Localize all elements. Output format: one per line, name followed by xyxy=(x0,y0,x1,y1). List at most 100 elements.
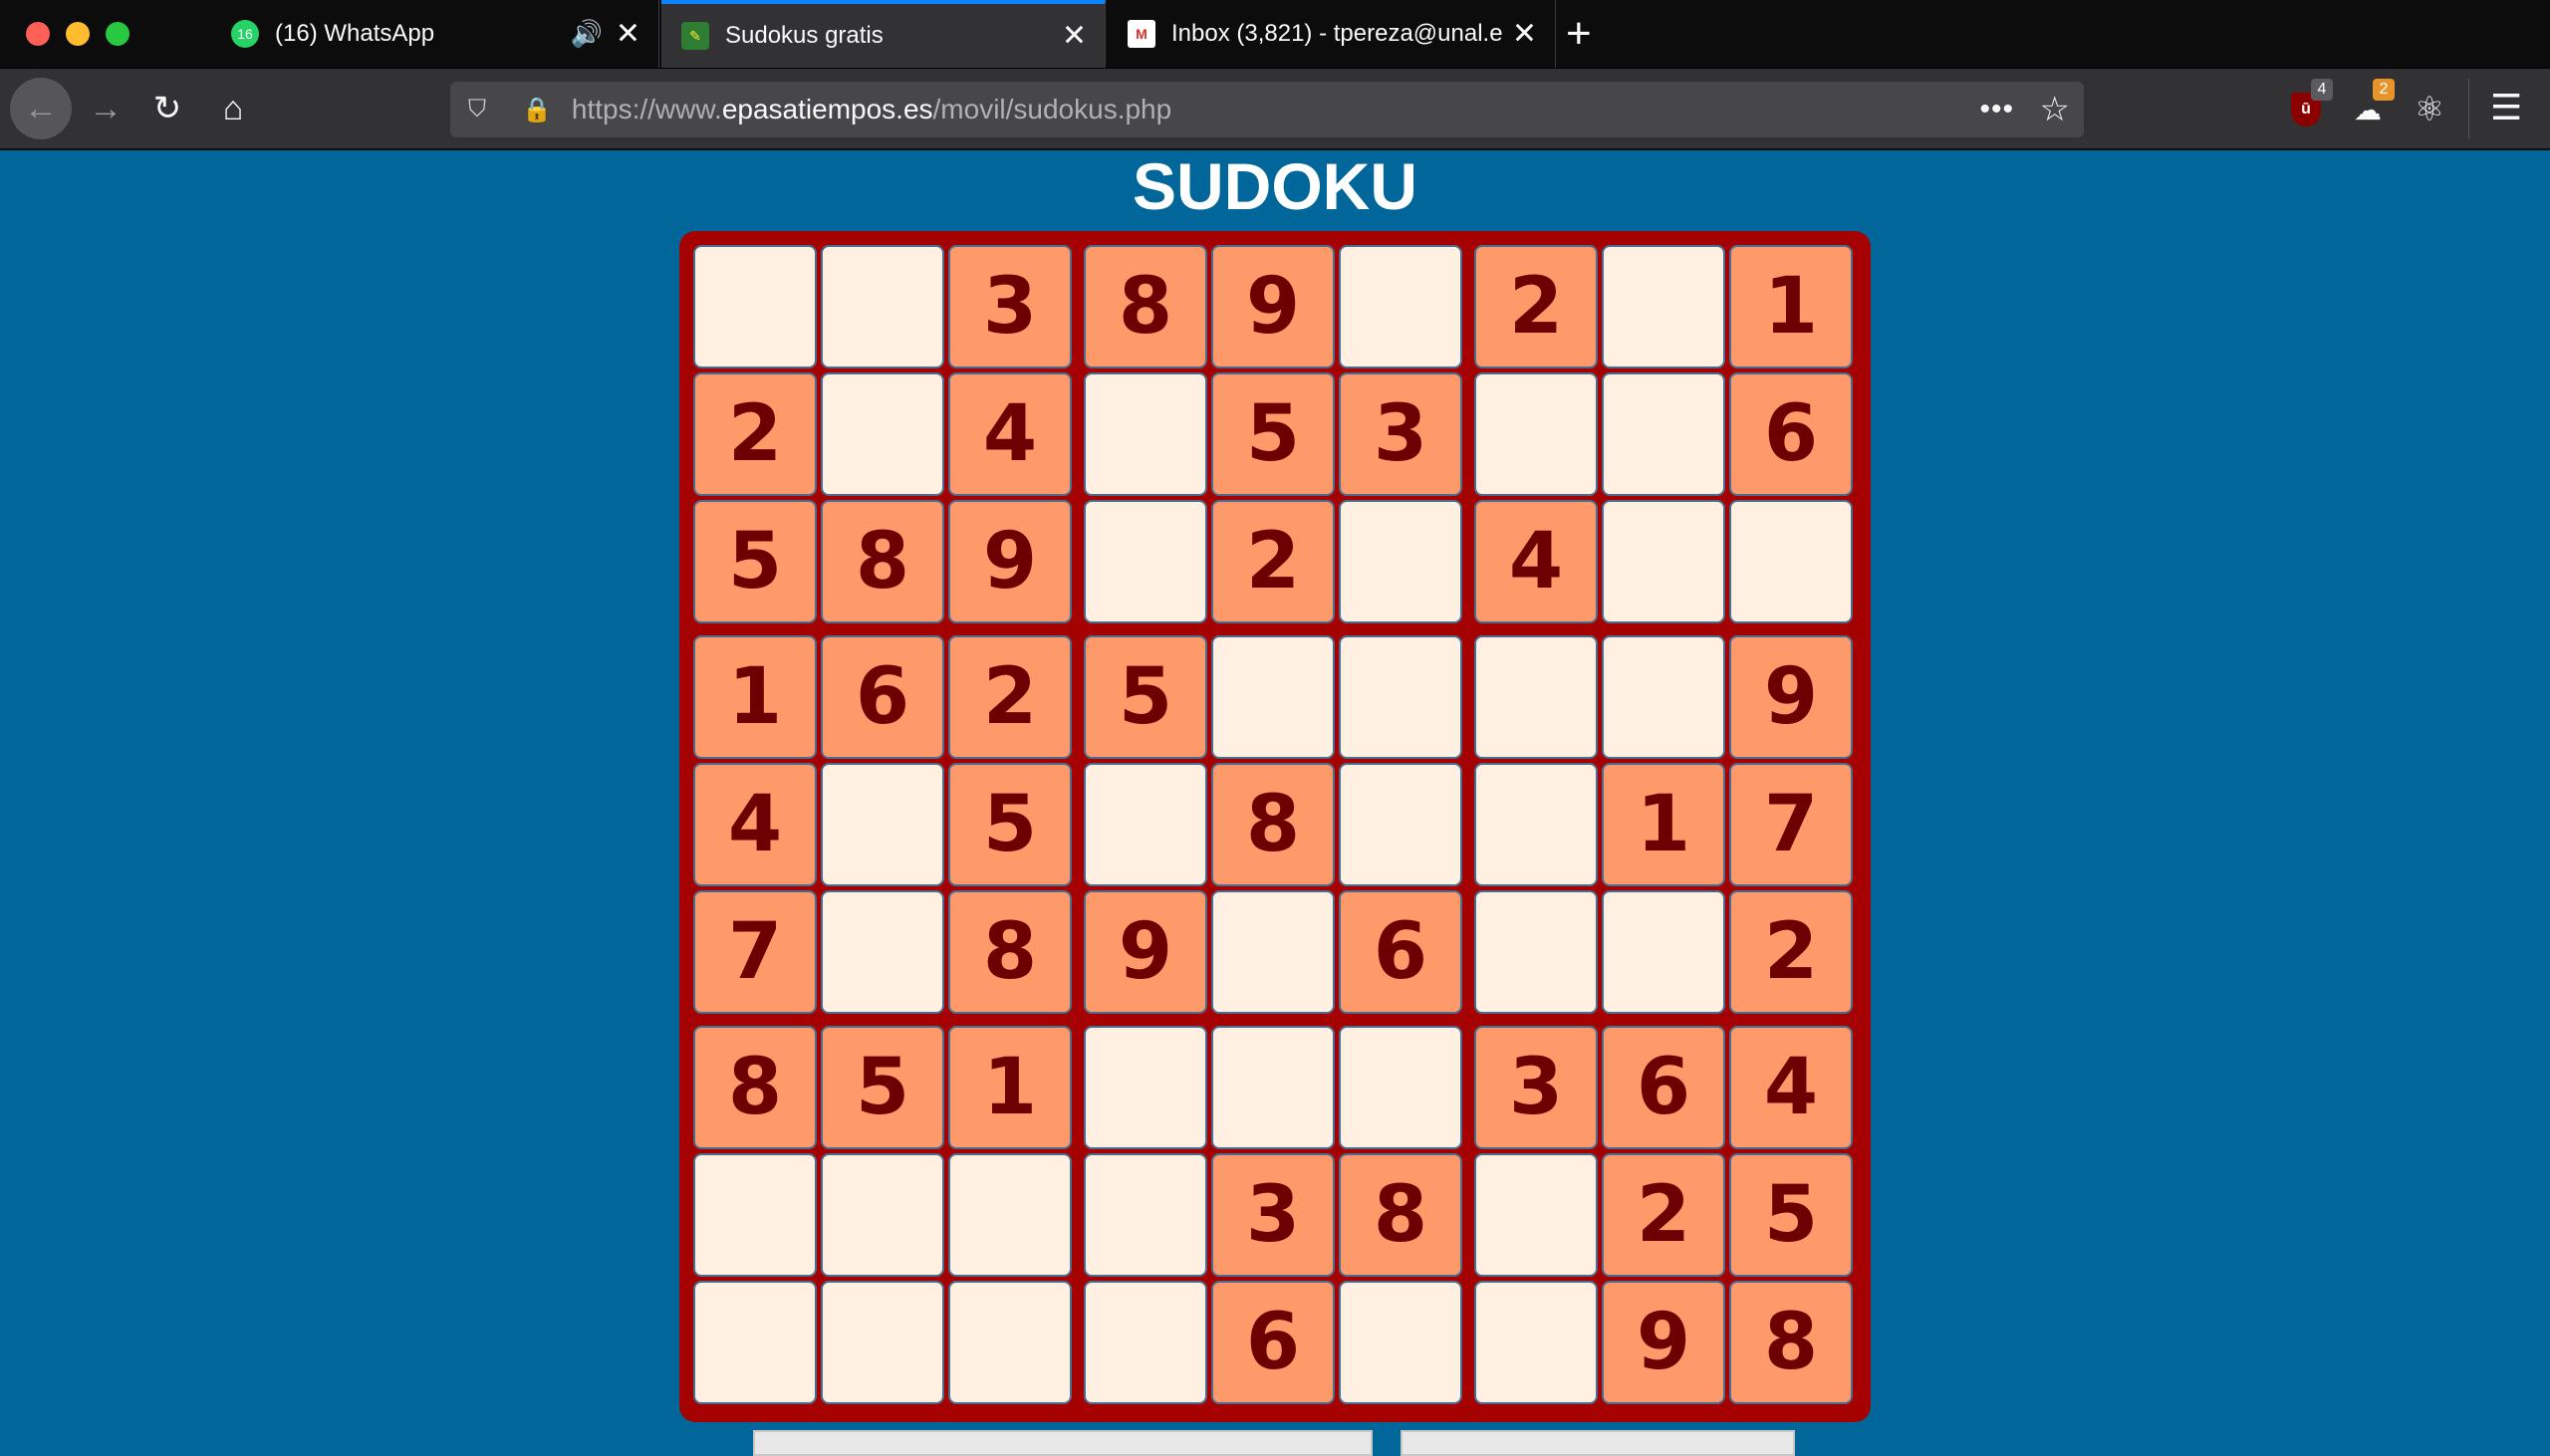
sudoku-cell-r5-c1: 4 xyxy=(693,763,817,886)
sudoku-cell-r9-c3[interactable] xyxy=(948,1281,1072,1404)
sudoku-cell-r6-c5[interactable] xyxy=(1211,890,1335,1014)
sudoku-board: 3892124536589241625945817789628513643825… xyxy=(679,231,1871,1422)
sudoku-cell-r5-c4[interactable] xyxy=(1084,763,1207,886)
sudoku-cell-r1-c8[interactable] xyxy=(1602,245,1725,368)
sudoku-cell-r6-c8[interactable] xyxy=(1602,890,1725,1014)
new-tab-button[interactable]: + xyxy=(1566,12,1592,56)
sudoku-cell-r4-c8[interactable] xyxy=(1602,635,1725,759)
sudoku-cell-r7-c6[interactable] xyxy=(1339,1026,1462,1149)
window-minimize-button[interactable] xyxy=(66,22,90,46)
tab-whatsapp[interactable]: 16 (16) WhatsApp 🔊 ✕ xyxy=(211,0,659,68)
sudoku-cell-r9-c9: 8 xyxy=(1729,1281,1853,1404)
react-devtools-button[interactable]: ⚛ xyxy=(2405,85,2454,134)
sudoku-cell-r7-c1: 8 xyxy=(693,1026,817,1149)
sudoku-cell-r3-c6[interactable] xyxy=(1339,500,1462,623)
sudoku-cell-r6-c4: 9 xyxy=(1084,890,1207,1014)
control-bar[interactable] xyxy=(753,1430,1373,1456)
menu-icon[interactable]: ☰ xyxy=(2490,87,2522,128)
sudoku-cell-r1-c6[interactable] xyxy=(1339,245,1462,368)
sudoku-cell-r1-c7: 2 xyxy=(1474,245,1598,368)
sudoku-cell-r3-c7: 4 xyxy=(1474,500,1598,623)
close-tab-icon[interactable]: ✕ xyxy=(1512,17,1537,52)
sudoku-cell-r9-c7[interactable] xyxy=(1474,1281,1598,1404)
sudoku-cell-r1-c1[interactable] xyxy=(693,245,817,368)
tab-gmail[interactable]: M Inbox (3,821) - tpereza@unal.e ✕ xyxy=(1108,0,1556,68)
sudoku-cell-r6-c7[interactable] xyxy=(1474,890,1598,1014)
sudoku-cell-r5-c7[interactable] xyxy=(1474,763,1598,886)
window-maximize-button[interactable] xyxy=(106,22,129,46)
sudoku-cell-r3-c8[interactable] xyxy=(1602,500,1725,623)
sudoku-cell-r1-c4: 8 xyxy=(1084,245,1207,368)
sudoku-cell-r2-c6: 3 xyxy=(1339,372,1462,496)
sudoku-cell-r8-c3[interactable] xyxy=(948,1153,1072,1277)
sudoku-cell-r8-c6: 8 xyxy=(1339,1153,1462,1277)
forward-button[interactable]: → xyxy=(78,81,133,136)
sudoku-cell-r2-c9: 6 xyxy=(1729,372,1853,496)
sudoku-cell-r9-c1[interactable] xyxy=(693,1281,817,1404)
react-icon: ⚛ xyxy=(2414,91,2445,128)
control-bar[interactable] xyxy=(1401,1430,1795,1456)
reload-icon: ↻ xyxy=(152,90,182,127)
tracking-shield-icon[interactable]: ⛉ xyxy=(468,96,492,123)
sudoku-cell-r2-c4[interactable] xyxy=(1084,372,1207,496)
sudoku-cell-r7-c5[interactable] xyxy=(1211,1026,1335,1149)
tab-sudokus[interactable]: ✎ Sudokus gratis ✕ xyxy=(661,0,1106,68)
sudoku-cell-r3-c2: 8 xyxy=(821,500,944,623)
sudoku-cell-r1-c2[interactable] xyxy=(821,245,944,368)
sudoku-cell-r9-c2[interactable] xyxy=(821,1281,944,1404)
sudoku-cell-r6-c2[interactable] xyxy=(821,890,944,1014)
sudoku-cell-r2-c7[interactable] xyxy=(1474,372,1598,496)
url-text[interactable]: https://www.epasatiempos.es/movil/sudoku… xyxy=(572,94,1171,125)
sudoku-cell-r3-c5: 2 xyxy=(1211,500,1335,623)
sudoku-cell-r4-c5[interactable] xyxy=(1211,635,1335,759)
speaker-icon[interactable]: 🔊 xyxy=(571,19,603,50)
sudoku-cell-r3-c1: 5 xyxy=(693,500,817,623)
sudoku-cell-r8-c7[interactable] xyxy=(1474,1153,1598,1277)
sudoku-cell-r7-c9: 4 xyxy=(1729,1026,1853,1149)
sudoku-cell-r1-c9: 1 xyxy=(1729,245,1853,368)
sudoku-cell-r3-c3: 9 xyxy=(948,500,1072,623)
extension-badge: 2 xyxy=(2373,79,2395,101)
bookmark-star-icon[interactable]: ☆ xyxy=(2040,90,2070,129)
tab-label: Sudokus gratis xyxy=(725,22,884,49)
sudoku-cell-r1-c5: 9 xyxy=(1211,245,1335,368)
whatsapp-icon: 16 xyxy=(231,20,259,48)
extension-button[interactable]: ☁ 2 xyxy=(2343,79,2395,134)
close-tab-icon[interactable]: ✕ xyxy=(616,17,640,52)
sudoku-cell-r7-c4[interactable] xyxy=(1084,1026,1207,1149)
sudoku-cell-r1-c3: 3 xyxy=(948,245,1072,368)
sudoku-cell-r2-c8[interactable] xyxy=(1602,372,1725,496)
sudoku-cell-r3-c4[interactable] xyxy=(1084,500,1207,623)
sudoku-cell-r8-c4[interactable] xyxy=(1084,1153,1207,1277)
sudoku-cell-r5-c2[interactable] xyxy=(821,763,944,886)
sudoku-cell-r4-c1: 1 xyxy=(693,635,817,759)
address-bar[interactable]: ⛉ 🔒 https://www.epasatiempos.es/movil/su… xyxy=(450,82,2084,137)
window-close-button[interactable] xyxy=(26,22,50,46)
url-domain: epasatiempos.es xyxy=(721,94,933,124)
home-button[interactable]: ⌂ xyxy=(205,81,261,136)
sudoku-cell-r9-c8: 9 xyxy=(1602,1281,1725,1404)
lock-icon[interactable]: 🔒 xyxy=(522,96,552,124)
sudoku-cell-r7-c7: 3 xyxy=(1474,1026,1598,1149)
page-actions-icon[interactable]: ••• xyxy=(1979,93,2014,126)
arrow-left-icon: ← xyxy=(24,89,58,127)
sudoku-cell-r7-c3: 1 xyxy=(948,1026,1072,1149)
sudoku-cell-r4-c7[interactable] xyxy=(1474,635,1598,759)
ublock-extension-button[interactable]: ū 4 xyxy=(2281,79,2333,134)
sudoku-cell-r5-c9: 7 xyxy=(1729,763,1853,886)
sudoku-cell-r2-c2[interactable] xyxy=(821,372,944,496)
sudoku-cell-r5-c6[interactable] xyxy=(1339,763,1462,886)
sudoku-cell-r7-c8: 6 xyxy=(1602,1026,1725,1149)
sudoku-cell-r8-c2[interactable] xyxy=(821,1153,944,1277)
reload-button[interactable]: ↻ xyxy=(139,81,195,136)
sudoku-cell-r3-c9[interactable] xyxy=(1729,500,1853,623)
sudoku-cell-r8-c1[interactable] xyxy=(693,1153,817,1277)
sudoku-cell-r9-c6[interactable] xyxy=(1339,1281,1462,1404)
close-tab-icon[interactable]: ✕ xyxy=(1062,19,1087,54)
tab-bar: 16 (16) WhatsApp 🔊 ✕ ✎ Sudokus gratis ✕ … xyxy=(0,0,2550,69)
sudoku-cell-r9-c4[interactable] xyxy=(1084,1281,1207,1404)
back-button[interactable]: ← xyxy=(10,78,72,139)
sudoku-cell-r2-c1: 2 xyxy=(693,372,817,496)
sudoku-cell-r4-c6[interactable] xyxy=(1339,635,1462,759)
sudoku-cell-r4-c9: 9 xyxy=(1729,635,1853,759)
